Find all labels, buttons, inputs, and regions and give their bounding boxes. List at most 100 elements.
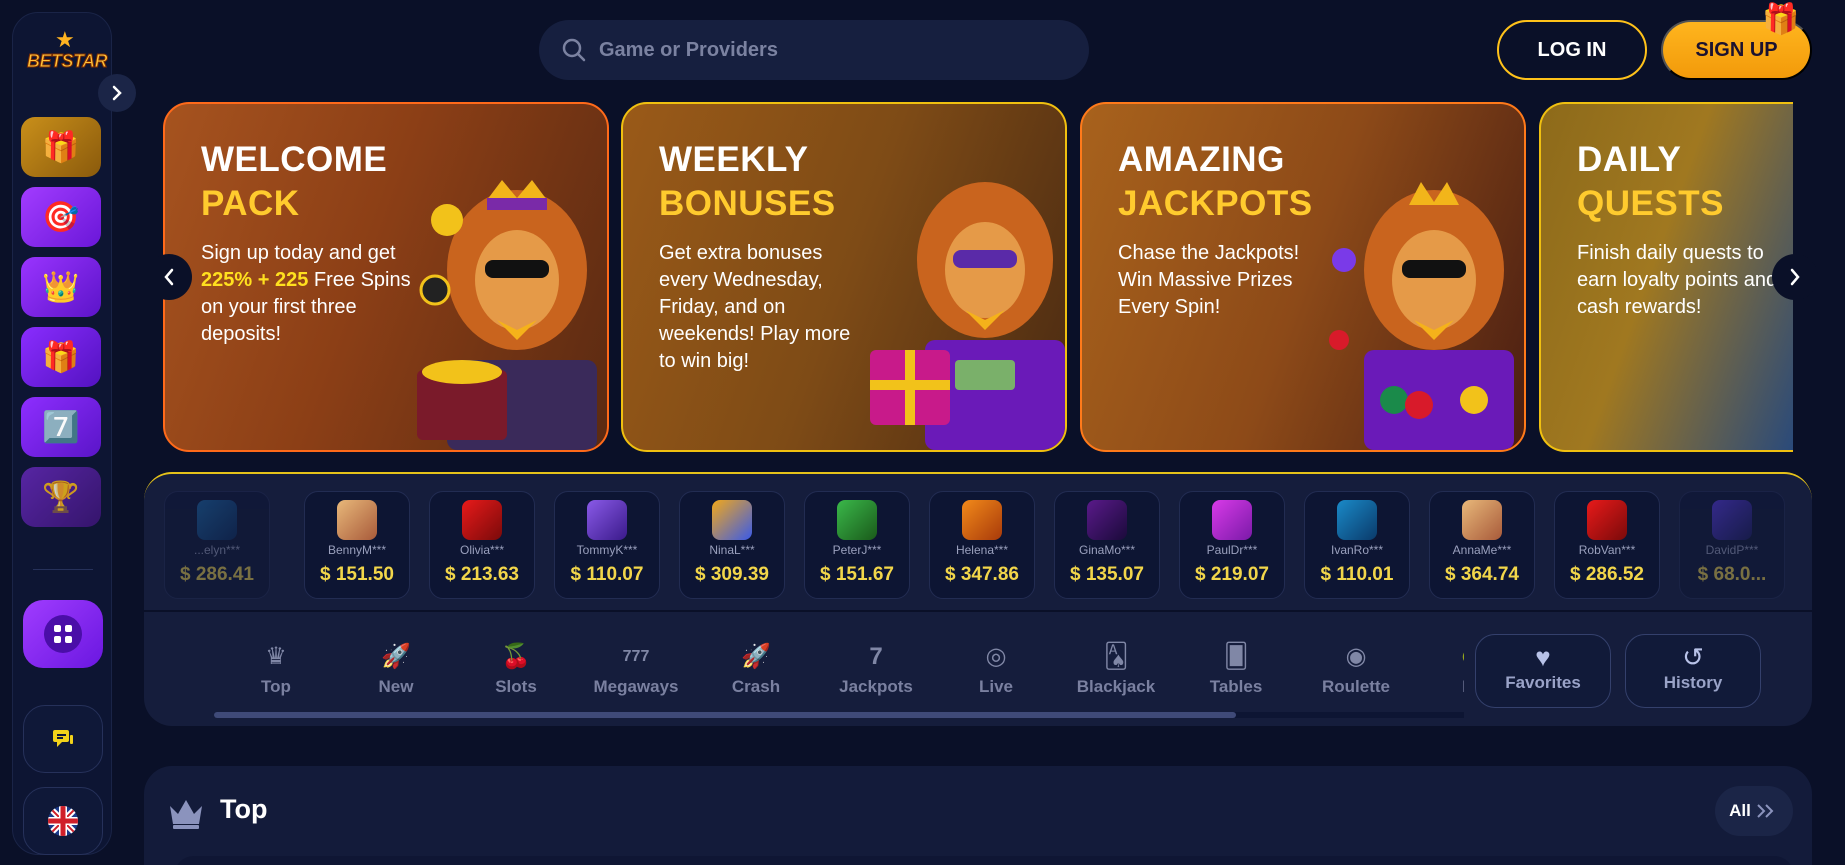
carousel-next-button[interactable]: [1772, 254, 1818, 300]
category-scrollbar-track[interactable]: [214, 712, 1464, 718]
favorites-button[interactable]: ♥ Favorites: [1475, 634, 1611, 708]
search-bar[interactable]: [539, 20, 1089, 80]
game-thumbnail: [837, 500, 877, 540]
winner-amount: $ 135.07: [1070, 564, 1144, 585]
crown-icon: ♛: [265, 643, 287, 670]
banner-title-white: WELCOME: [201, 140, 388, 179]
winner-card[interactable]: Helena*** $ 347.86: [929, 491, 1035, 599]
category-label: Live: [978, 677, 1014, 696]
view-all-label: All: [1729, 801, 1751, 820]
winner-name: DavidP***: [1705, 543, 1759, 557]
category-scroll[interactable]: ♛ Top 🚀 New 🍒 Slots 777 Megaways 🚀 Crash 7 Jac…: [164, 612, 1464, 728]
language-button[interactable]: [23, 787, 103, 855]
game-thumbnail: [337, 500, 377, 540]
category-roulette[interactable]: ◉ Roulette: [1296, 642, 1416, 697]
winner-card[interactable]: NinaL*** $ 309.39: [679, 491, 785, 599]
sidebar-tile-sevens[interactable]: 7️⃣: [21, 397, 101, 457]
winner-name: IvanRo***: [1330, 543, 1384, 557]
betstar-logo[interactable]: ★ BETSTAR: [27, 29, 109, 79]
winner-card[interactable]: PeterJ*** $ 151.67: [804, 491, 910, 599]
sidebar-tile-present[interactable]: 🎁: [21, 327, 101, 387]
sidebar-promo-tiles: 🎁 🎯 👑 🎁 7️⃣ 🏆: [21, 117, 103, 537]
category-top[interactable]: ♛ Top: [216, 642, 336, 697]
category-megaways[interactable]: 777 Megaways: [576, 642, 696, 697]
game-thumbnail: [712, 500, 752, 540]
heart-icon: ♥: [1535, 642, 1551, 672]
sidebar-divider: [33, 569, 93, 570]
section-title: Top: [220, 794, 268, 824]
banner-title: DAILY QUESTS: [1577, 138, 1793, 226]
card-table-icon: 🂠: [1223, 643, 1249, 670]
seven-icon: 7: [869, 643, 883, 670]
winner-card[interactable]: AnnaMe*** $ 364.74: [1429, 491, 1535, 599]
banner-weekly-bonuses[interactable]: WEEKLY BONUSES Get extra bonuses every We…: [621, 102, 1067, 452]
winner-card[interactable]: IvanRo*** $ 110.01: [1304, 491, 1410, 599]
winner-name: PaulDr***: [1206, 543, 1258, 557]
banner-welcome-pack[interactable]: WELCOME PACK Sign up today and get 225% +…: [163, 102, 609, 452]
winner-card[interactable]: ...elyn*** $ 286.41: [164, 491, 270, 599]
category-label: Top: [261, 677, 291, 696]
banner-daily-quests[interactable]: DAILY QUESTS Finish daily quests to earn …: [1539, 102, 1793, 452]
winner-amount: $ 213.63: [445, 564, 519, 585]
banner-amazing-jackpots[interactable]: AMAZING JACKPOTS Chase the Jackpots! Win …: [1080, 102, 1526, 452]
present-icon: 🎁: [42, 340, 80, 374]
winner-name: Olivia***: [459, 543, 504, 557]
sidebar-tile-crown[interactable]: 👑: [21, 257, 101, 317]
sidebar-tile-trophy[interactable]: 🏆: [21, 467, 101, 527]
gift-box-icon: 🎁: [42, 130, 80, 164]
game-thumbnail: [1712, 500, 1752, 540]
winner-amount: $ 110.01: [1320, 564, 1394, 585]
category-crash[interactable]: 🚀 Crash: [696, 642, 816, 697]
sevens-icon: 7️⃣: [42, 410, 80, 444]
winner-card[interactable]: GinaMo*** $ 135.07: [1054, 491, 1160, 599]
category-slots[interactable]: 🍒 Slots: [456, 642, 576, 697]
view-all-button[interactable]: All: [1715, 786, 1793, 836]
category-label: Megaways: [593, 677, 679, 696]
game-thumbnail: [1587, 500, 1627, 540]
winner-amount: $ 347.86: [945, 564, 1019, 585]
crown-icon: [170, 800, 202, 829]
game-category-nav: ♛ Top 🚀 New 🍒 Slots 777 Megaways 🚀 Crash 7 Jac…: [144, 610, 1812, 726]
sidebar-tile-gift-box[interactable]: 🎁: [21, 117, 101, 177]
winner-name: TommyK***: [576, 543, 638, 557]
history-button[interactable]: ↺ History: [1625, 634, 1761, 708]
category-tables[interactable]: 🂠 Tables: [1176, 642, 1296, 697]
sidebar-tile-target[interactable]: 🎯: [21, 187, 101, 247]
live-chat-button[interactable]: [23, 705, 103, 773]
category-fruits[interactable]: 🍋 Fru: [1416, 642, 1464, 697]
sidebar-expand-button[interactable]: [98, 74, 136, 112]
category-jackpots[interactable]: 7 Jackpots: [816, 642, 936, 697]
apps-button[interactable]: [23, 600, 103, 668]
winner-card[interactable]: TommyK*** $ 110.07: [554, 491, 660, 599]
winner-name: NinaL***: [709, 543, 755, 557]
category-label: Tables: [1209, 677, 1263, 696]
category-new[interactable]: 🚀 New: [336, 642, 456, 697]
banner-title-white: WEEKLY: [659, 140, 809, 179]
search-input[interactable]: [599, 38, 1039, 62]
category-scrollbar-thumb[interactable]: [214, 712, 1236, 718]
category-live[interactable]: ◎ Live: [936, 642, 1056, 697]
carousel-prev-button[interactable]: [146, 254, 192, 300]
login-button[interactable]: LOG IN: [1497, 20, 1647, 80]
winner-name: AnnaMe***: [1452, 543, 1512, 557]
banner-title-white: DAILY: [1577, 140, 1682, 179]
category-label: Jackpots: [839, 677, 913, 696]
grid-icon: [44, 615, 82, 653]
page: ★ BETSTAR 🎁 🎯 👑 🎁 7️⃣ 🏆 Game or Provider…: [0, 0, 1845, 865]
winner-amount: $ 219.07: [1195, 564, 1269, 585]
winner-card[interactable]: RobVan*** $ 286.52: [1554, 491, 1660, 599]
winner-card[interactable]: PaulDr*** $ 219.07: [1179, 491, 1285, 599]
winner-card[interactable]: BennyM*** $ 151.50: [304, 491, 410, 599]
winner-amount: $ 364.74: [1445, 564, 1519, 585]
winner-amount: $ 286.41: [180, 564, 254, 585]
winner-name: GinaMo***: [1078, 543, 1136, 557]
winner-card[interactable]: Olivia*** $ 213.63: [429, 491, 535, 599]
winner-card[interactable]: DavidP*** $ 68.0...: [1679, 491, 1785, 599]
uk-flag-icon: [48, 806, 78, 836]
favorites-label: Favorites: [1505, 673, 1581, 692]
game-thumbnail: [1087, 500, 1127, 540]
category-label: Roulette: [1322, 677, 1390, 696]
category-blackjack[interactable]: 🂡 Blackjack: [1056, 642, 1176, 697]
target-icon: 🎯: [42, 200, 80, 234]
cherries-icon: 🍒: [501, 643, 531, 670]
